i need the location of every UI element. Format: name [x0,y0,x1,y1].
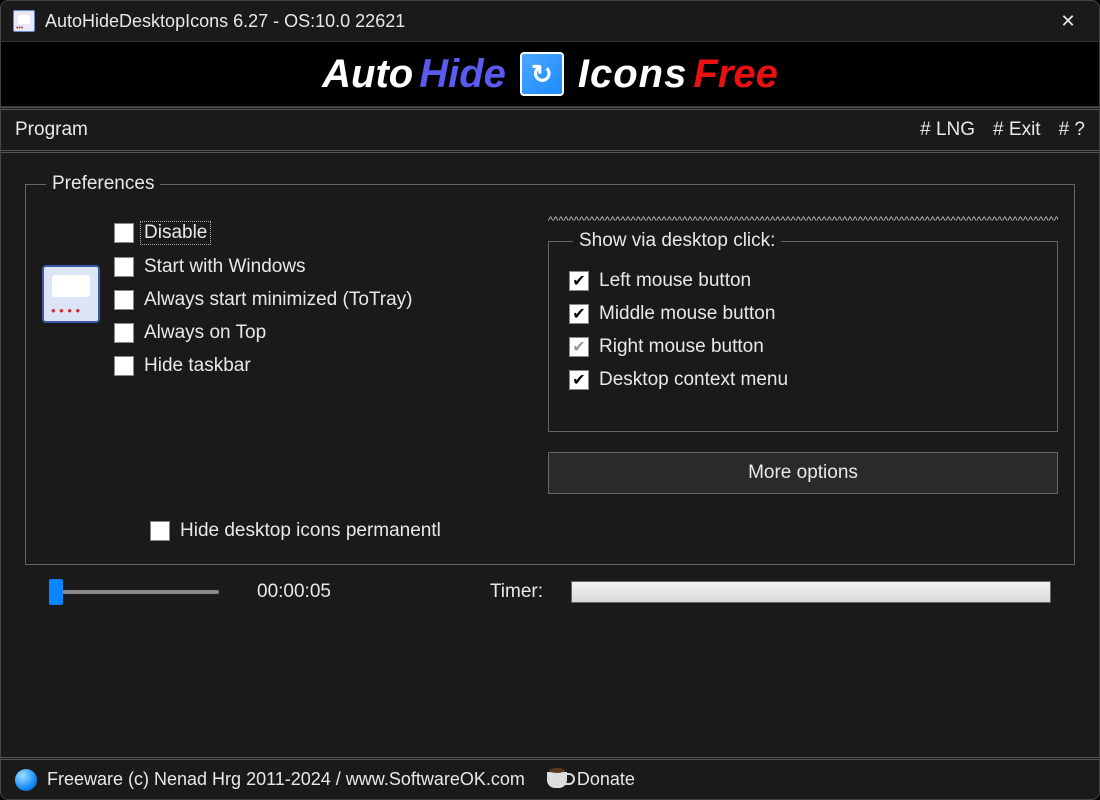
close-icon[interactable]: ✕ [1045,5,1091,37]
checkbox-always-on-top[interactable]: Always on Top [114,322,413,344]
checkbox-label: Right mouse button [599,336,764,358]
checkbox-icon[interactable]: ✔ [569,370,589,390]
checkbox-icon[interactable]: ✔ [569,304,589,324]
globe-icon [15,769,37,791]
preferences-checklist: Disable Start with Windows Always start … [114,221,413,377]
checkbox-start-minimized[interactable]: Always start minimized (ToTray) [114,289,413,311]
checkbox-icon[interactable]: ✔ [569,271,589,291]
checkbox-icon[interactable] [114,356,134,376]
banner-logo-icon: ↻ [520,52,564,96]
banner: AutoHide ↻ Icons Free [1,41,1099,107]
coffee-icon [547,772,567,788]
checkbox-hide-taskbar[interactable]: Hide taskbar [114,355,413,377]
checkbox-label: Start with Windows [144,256,306,278]
menu-lng[interactable]: # LNG [920,119,975,141]
checkbox-label: Hide desktop icons permanentl [180,520,441,542]
checkbox-hide-permanently[interactable]: Hide desktop icons permanentl [150,520,1058,542]
banner-text-icons: Icons [578,52,687,97]
checkbox-label: Hide taskbar [144,355,251,377]
banner-text-free: Free [693,52,778,97]
timer-slider[interactable] [49,579,219,605]
divider-wavy: ^^^^^^^^^^^^^^^^^^^^^^^^^^^^^^^^^^^^^^^^… [548,215,1058,227]
checkbox-icon[interactable] [114,223,134,243]
timer-bar: 00:00:05 Timer: [25,565,1075,611]
timer-label: Timer: [490,581,543,603]
checkbox-icon[interactable] [150,521,170,541]
checkbox-middle-mouse[interactable]: ✔ Middle mouse button [569,303,1037,325]
window-title: AutoHideDesktopIcons 6.27 - OS:10.0 2262… [45,11,1045,32]
show-via-legend: Show via desktop click: [573,230,781,252]
slider-thumb[interactable] [49,579,63,605]
checkbox-right-mouse[interactable]: ✔ Right mouse button [569,336,1037,358]
checkbox-context-menu[interactable]: ✔ Desktop context menu [569,369,1037,391]
banner-text-auto: Auto [322,52,413,97]
menubar: Program # LNG # Exit # ? [1,107,1099,153]
checkbox-label: Disable [140,221,211,245]
checkbox-label: Desktop context menu [599,369,788,391]
show-via-group: Show via desktop click: ✔ Left mouse but… [548,230,1058,432]
checkbox-icon[interactable] [114,323,134,343]
checkbox-start-with-windows[interactable]: Start with Windows [114,256,413,278]
checkbox-disable[interactable]: Disable [114,221,413,245]
app-icon [13,10,35,32]
content-area: Preferences Disable Start with Windows [1,153,1099,757]
menu-program[interactable]: Program [15,119,88,140]
banner-text-hide: Hide [419,52,506,97]
titlebar: AutoHideDesktopIcons 6.27 - OS:10.0 2262… [1,1,1099,41]
checkbox-icon[interactable] [114,257,134,277]
checkbox-label: Always start minimized (ToTray) [144,289,413,311]
checkbox-label: Middle mouse button [599,303,775,325]
checkbox-icon[interactable] [114,290,134,310]
app-icon-large [42,265,100,323]
more-options-button[interactable]: More options [548,452,1058,494]
slider-track [49,590,219,594]
menu-help[interactable]: # ? [1059,119,1085,141]
checkbox-left-mouse[interactable]: ✔ Left mouse button [569,270,1037,292]
checkbox-label: Left mouse button [599,270,751,292]
timer-readout: 00:00:05 [257,581,331,603]
footer-text: Freeware (c) Nenad Hrg 2011-2024 / www.S… [47,769,525,790]
checkbox-label: Always on Top [144,322,266,344]
donate-link[interactable]: Donate [577,769,635,790]
footer: Freeware (c) Nenad Hrg 2011-2024 / www.S… [1,757,1099,799]
app-window: AutoHideDesktopIcons 6.27 - OS:10.0 2262… [0,0,1100,800]
checkbox-icon[interactable]: ✔ [569,337,589,357]
preferences-legend: Preferences [46,173,160,195]
timer-progress [571,581,1051,603]
menu-exit[interactable]: # Exit [993,119,1041,141]
preferences-group: Preferences Disable Start with Windows [25,173,1075,565]
